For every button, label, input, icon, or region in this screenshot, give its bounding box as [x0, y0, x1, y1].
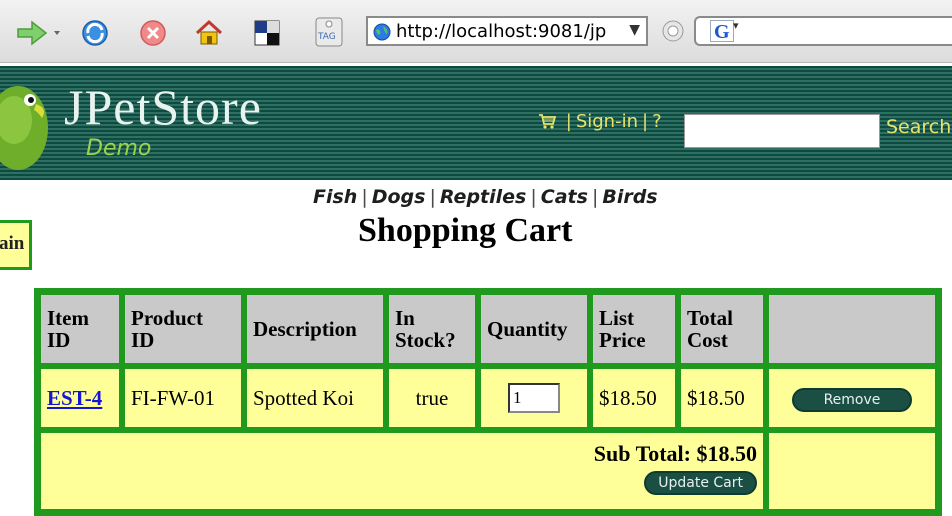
address-dropdown-icon[interactable]: ▼: [629, 22, 640, 38]
table-row: EST-4 FI-FW-01 Spotted Koi true $18.50 $…: [39, 367, 937, 429]
col-list-price: List Price: [591, 293, 677, 365]
cell-product-id: FI-FW-01: [123, 367, 243, 429]
site-subtitle: Demo: [86, 136, 152, 161]
cell-remove: Remove: [767, 367, 937, 429]
col-product-id-line1: Product: [131, 306, 203, 330]
tag-icon[interactable]: TAG: [312, 16, 346, 48]
site-header: JPetStore Demo | Sign-in |? Search: [0, 66, 952, 180]
col-item-id: Item ID: [39, 293, 121, 365]
category-link-reptiles[interactable]: Reptiles: [440, 186, 526, 208]
item-id-link[interactable]: EST-4: [47, 386, 102, 410]
category-separator: |: [591, 186, 599, 208]
parrot-logo-icon: [0, 86, 48, 170]
subtotal-text: Sub Total: $18.50: [593, 441, 757, 466]
col-actions: [767, 293, 937, 365]
cell-total-cost: $18.50: [679, 367, 765, 429]
col-quantity-label: Quantity: [487, 317, 568, 341]
browser-toolbar: TAG http://localhost:9081/jp ▼ G ▾: [0, 0, 952, 63]
address-bar[interactable]: http://localhost:9081/jp ▼: [366, 16, 648, 46]
help-link[interactable]: ?: [652, 111, 662, 132]
cell-list-price: $18.50: [591, 367, 677, 429]
cart-icon[interactable]: [538, 112, 556, 130]
cart-header-row: Item ID Product ID Description In Stock?…: [39, 293, 937, 365]
main-menu-button[interactable]: ain: [0, 220, 32, 270]
google-dropdown-icon[interactable]: ▾: [733, 19, 739, 32]
col-item-id-line1: Item: [47, 306, 89, 330]
address-text: http://localhost:9081/jp: [396, 21, 607, 42]
quantity-input[interactable]: [508, 383, 560, 413]
subtotal-cell: Sub Total: $18.50 Update Cart: [39, 431, 765, 511]
tag-label: TAG: [318, 32, 336, 42]
category-separator: |: [361, 186, 368, 208]
col-quantity: Quantity: [479, 293, 589, 365]
cart-table: Item ID Product ID Description In Stock?…: [34, 288, 942, 516]
col-description: Description: [245, 293, 385, 365]
refresh-icon[interactable]: [80, 18, 110, 48]
col-total-cost-line2: Cost: [687, 328, 728, 352]
bookmark-icon[interactable]: [252, 18, 282, 48]
header-separator: |: [641, 111, 649, 132]
col-list-price-line1: List: [599, 306, 635, 330]
home-icon[interactable]: [194, 18, 224, 48]
cell-in-stock: true: [387, 367, 477, 429]
category-link-fish[interactable]: Fish: [313, 186, 357, 208]
globe-icon: [373, 23, 391, 41]
col-in-stock-line1: In: [395, 306, 415, 330]
stop-icon[interactable]: [138, 18, 168, 48]
search-button[interactable]: Search: [886, 116, 951, 138]
google-logo-icon[interactable]: G: [710, 20, 734, 43]
search-input[interactable]: [684, 114, 880, 148]
page-title: Shopping Cart: [358, 212, 573, 249]
col-item-id-line2: ID: [47, 328, 71, 352]
col-total-cost: Total Cost: [679, 293, 765, 365]
main-menu-label: ain: [0, 233, 25, 254]
history-drop-icon[interactable]: [52, 18, 62, 48]
category-separator: |: [429, 186, 436, 208]
cell-quantity: [479, 367, 589, 429]
category-link-birds[interactable]: Birds: [602, 186, 657, 208]
google-search-bar[interactable]: G ▾: [694, 16, 952, 46]
col-list-price-line2: Price: [599, 328, 646, 352]
col-product-id-line2: ID: [131, 328, 155, 352]
update-cart-button[interactable]: Update Cart: [644, 471, 757, 495]
category-separator: |: [530, 186, 537, 208]
col-product-id: Product ID: [123, 293, 243, 365]
header-separator: |: [565, 111, 572, 132]
col-description-label: Description: [253, 317, 357, 341]
subtotal-row: Sub Total: $18.50 Update Cart: [39, 431, 937, 511]
signin-link[interactable]: Sign-in: [576, 111, 638, 132]
site-logo[interactable]: JPetStore: [64, 78, 262, 136]
go-icon[interactable]: [662, 20, 684, 42]
forward-icon[interactable]: [16, 18, 50, 48]
col-total-cost-line1: Total: [687, 306, 733, 330]
category-link-dogs[interactable]: Dogs: [372, 186, 426, 208]
subtotal-empty-cell: [767, 431, 937, 511]
col-in-stock: In Stock?: [387, 293, 477, 365]
remove-button[interactable]: Remove: [791, 387, 913, 412]
category-link-cats[interactable]: Cats: [541, 186, 588, 208]
cell-description: Spotted Koi: [245, 367, 385, 429]
col-in-stock-line2: Stock?: [395, 328, 456, 352]
cell-item-id: EST-4: [39, 367, 121, 429]
header-links: | Sign-in |?: [538, 111, 662, 132]
